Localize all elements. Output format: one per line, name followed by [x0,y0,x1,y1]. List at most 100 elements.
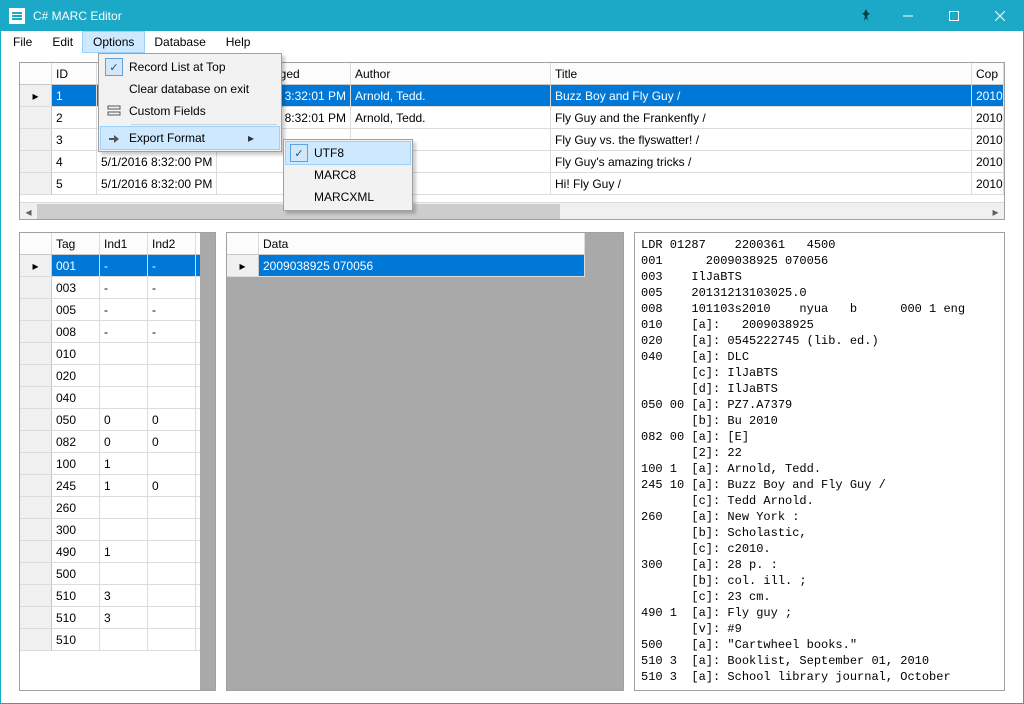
records-row[interactable]: 55/1/2016 8:32:00 PM5/1/2016 8Hi! Fly Gu… [20,173,1004,195]
cell-id[interactable]: 1 [52,85,97,106]
cell-tag[interactable]: 010 [52,343,100,364]
scroll-left-icon[interactable]: ◂ [20,203,37,220]
cell-tag[interactable]: 001 [52,255,100,276]
cell-ind1[interactable]: - [100,299,148,320]
cell-tag[interactable]: 510 [52,629,100,650]
cell-tag[interactable]: 082 [52,431,100,452]
cell-tag[interactable]: 040 [52,387,100,408]
tags-row[interactable]: 260 [20,497,200,519]
export-utf8[interactable]: ✓ UTF8 [286,142,410,164]
cell-ind1[interactable]: 3 [100,607,148,628]
tags-row[interactable]: 5103 [20,585,200,607]
col-title[interactable]: Title [551,63,972,84]
tags-row[interactable]: 003-- [20,277,200,299]
col-id[interactable]: ID [52,63,97,84]
close-button[interactable] [977,1,1023,31]
cell-ind2[interactable] [148,541,196,562]
scroll-right-icon[interactable]: ▸ [987,203,1004,220]
cell-title[interactable]: Hi! Fly Guy / [551,173,972,194]
col-tag[interactable]: Tag [52,233,100,254]
export-marc8[interactable]: MARC8 [286,164,410,186]
cell-author[interactable]: Arnold, Tedd. [351,107,551,128]
cell-title[interactable]: Buzz Boy and Fly Guy / [551,85,972,106]
cell-tag[interactable]: 260 [52,497,100,518]
col-author[interactable]: Author [351,63,551,84]
marc-text-panel[interactable]: LDR 01287 2200361 4500 001 2009038925 07… [634,232,1005,691]
cell-ind1[interactable] [100,497,148,518]
cell-id[interactable]: 3 [52,129,97,150]
opt-custom-fields[interactable]: Custom Fields [101,100,279,122]
cell-ind1[interactable]: 1 [100,453,148,474]
cell-added[interactable]: 5/1/2016 8:32:00 PM [97,173,217,194]
col-cop[interactable]: Cop [972,63,1004,84]
cell-tag[interactable]: 490 [52,541,100,562]
tags-row[interactable]: 1001 [20,453,200,475]
cell-cop[interactable]: 2010 [972,85,1004,106]
cell-ind2[interactable] [148,585,196,606]
cell-tag[interactable]: 300 [52,519,100,540]
tags-row[interactable]: 05000 [20,409,200,431]
tags-row[interactable]: 4901 [20,541,200,563]
cell-ind2[interactable] [148,519,196,540]
tags-grid[interactable]: Tag Ind1 Ind2 ▸001--003--005--008--01002… [19,232,216,691]
tags-row[interactable]: 5103 [20,607,200,629]
cell-tag[interactable]: 008 [52,321,100,342]
cell-cop[interactable]: 2010 [972,173,1004,194]
cell-title[interactable]: Fly Guy's amazing tricks / [551,151,972,172]
cell-ind2[interactable]: - [148,299,196,320]
tags-row[interactable]: 510 [20,629,200,651]
cell-ind1[interactable] [100,365,148,386]
tags-row[interactable]: 005-- [20,299,200,321]
cell-cop[interactable]: 2010 [972,129,1004,150]
cell-ind1[interactable]: - [100,321,148,342]
records-row[interactable]: 45/1/2016 8:32:00 PM5/1/2016 8Fly Guy's … [20,151,1004,173]
opt-export-format[interactable]: Export Format ▸ [101,127,279,149]
cell-added[interactable]: 5/1/2016 8:32:00 PM [97,151,217,172]
titlebar[interactable]: C# MARC Editor [1,1,1023,31]
menu-database[interactable]: Database [144,32,215,52]
cell-tag[interactable]: 100 [52,453,100,474]
data-row[interactable]: ▸ 2009038925 070056 [227,255,585,277]
cell-ind2[interactable] [148,497,196,518]
cell-ind2[interactable] [148,607,196,628]
col-ind1[interactable]: Ind1 [100,233,148,254]
cell-id[interactable]: 5 [52,173,97,194]
cell-ind2[interactable] [148,365,196,386]
tags-row[interactable]: 008-- [20,321,200,343]
cell-ind1[interactable]: - [100,255,148,276]
cell-tag[interactable]: 005 [52,299,100,320]
tags-row[interactable]: 020 [20,365,200,387]
cell-ind1[interactable]: 1 [100,475,148,496]
cell-id[interactable]: 4 [52,151,97,172]
tags-row[interactable]: 300 [20,519,200,541]
cell-ind1[interactable]: 3 [100,585,148,606]
cell-tag[interactable]: 500 [52,563,100,584]
cell-tag[interactable]: 050 [52,409,100,430]
cell-ind1[interactable]: 0 [100,409,148,430]
data-grid[interactable]: Data ▸ 2009038925 070056 [226,232,624,691]
pin-icon[interactable] [859,8,875,24]
cell-ind2[interactable] [148,343,196,364]
tags-row[interactable]: 500 [20,563,200,585]
tags-row[interactable]: 08200 [20,431,200,453]
cell-ind1[interactable] [100,563,148,584]
cell-ind1[interactable]: 0 [100,431,148,452]
minimize-button[interactable] [885,1,931,31]
opt-clear-db[interactable]: Clear database on exit [101,78,279,100]
col-data[interactable]: Data [259,233,585,254]
cell-ind1[interactable] [100,629,148,650]
cell-ind2[interactable] [148,563,196,584]
cell-cop[interactable]: 2010 [972,107,1004,128]
cell-tag[interactable]: 245 [52,475,100,496]
cell-tag[interactable]: 510 [52,585,100,606]
data-cell[interactable]: 2009038925 070056 [259,255,585,276]
cell-author[interactable]: Arnold, Tedd. [351,85,551,106]
tags-row[interactable]: 010 [20,343,200,365]
cell-title[interactable]: Fly Guy and the Frankenfly / [551,107,972,128]
tags-row[interactable]: 040 [20,387,200,409]
menu-options[interactable]: Options [83,32,144,52]
opt-record-list-top[interactable]: ✓ Record List at Top [101,56,279,78]
maximize-button[interactable] [931,1,977,31]
cell-ind2[interactable]: - [148,321,196,342]
cell-ind2[interactable]: - [148,277,196,298]
